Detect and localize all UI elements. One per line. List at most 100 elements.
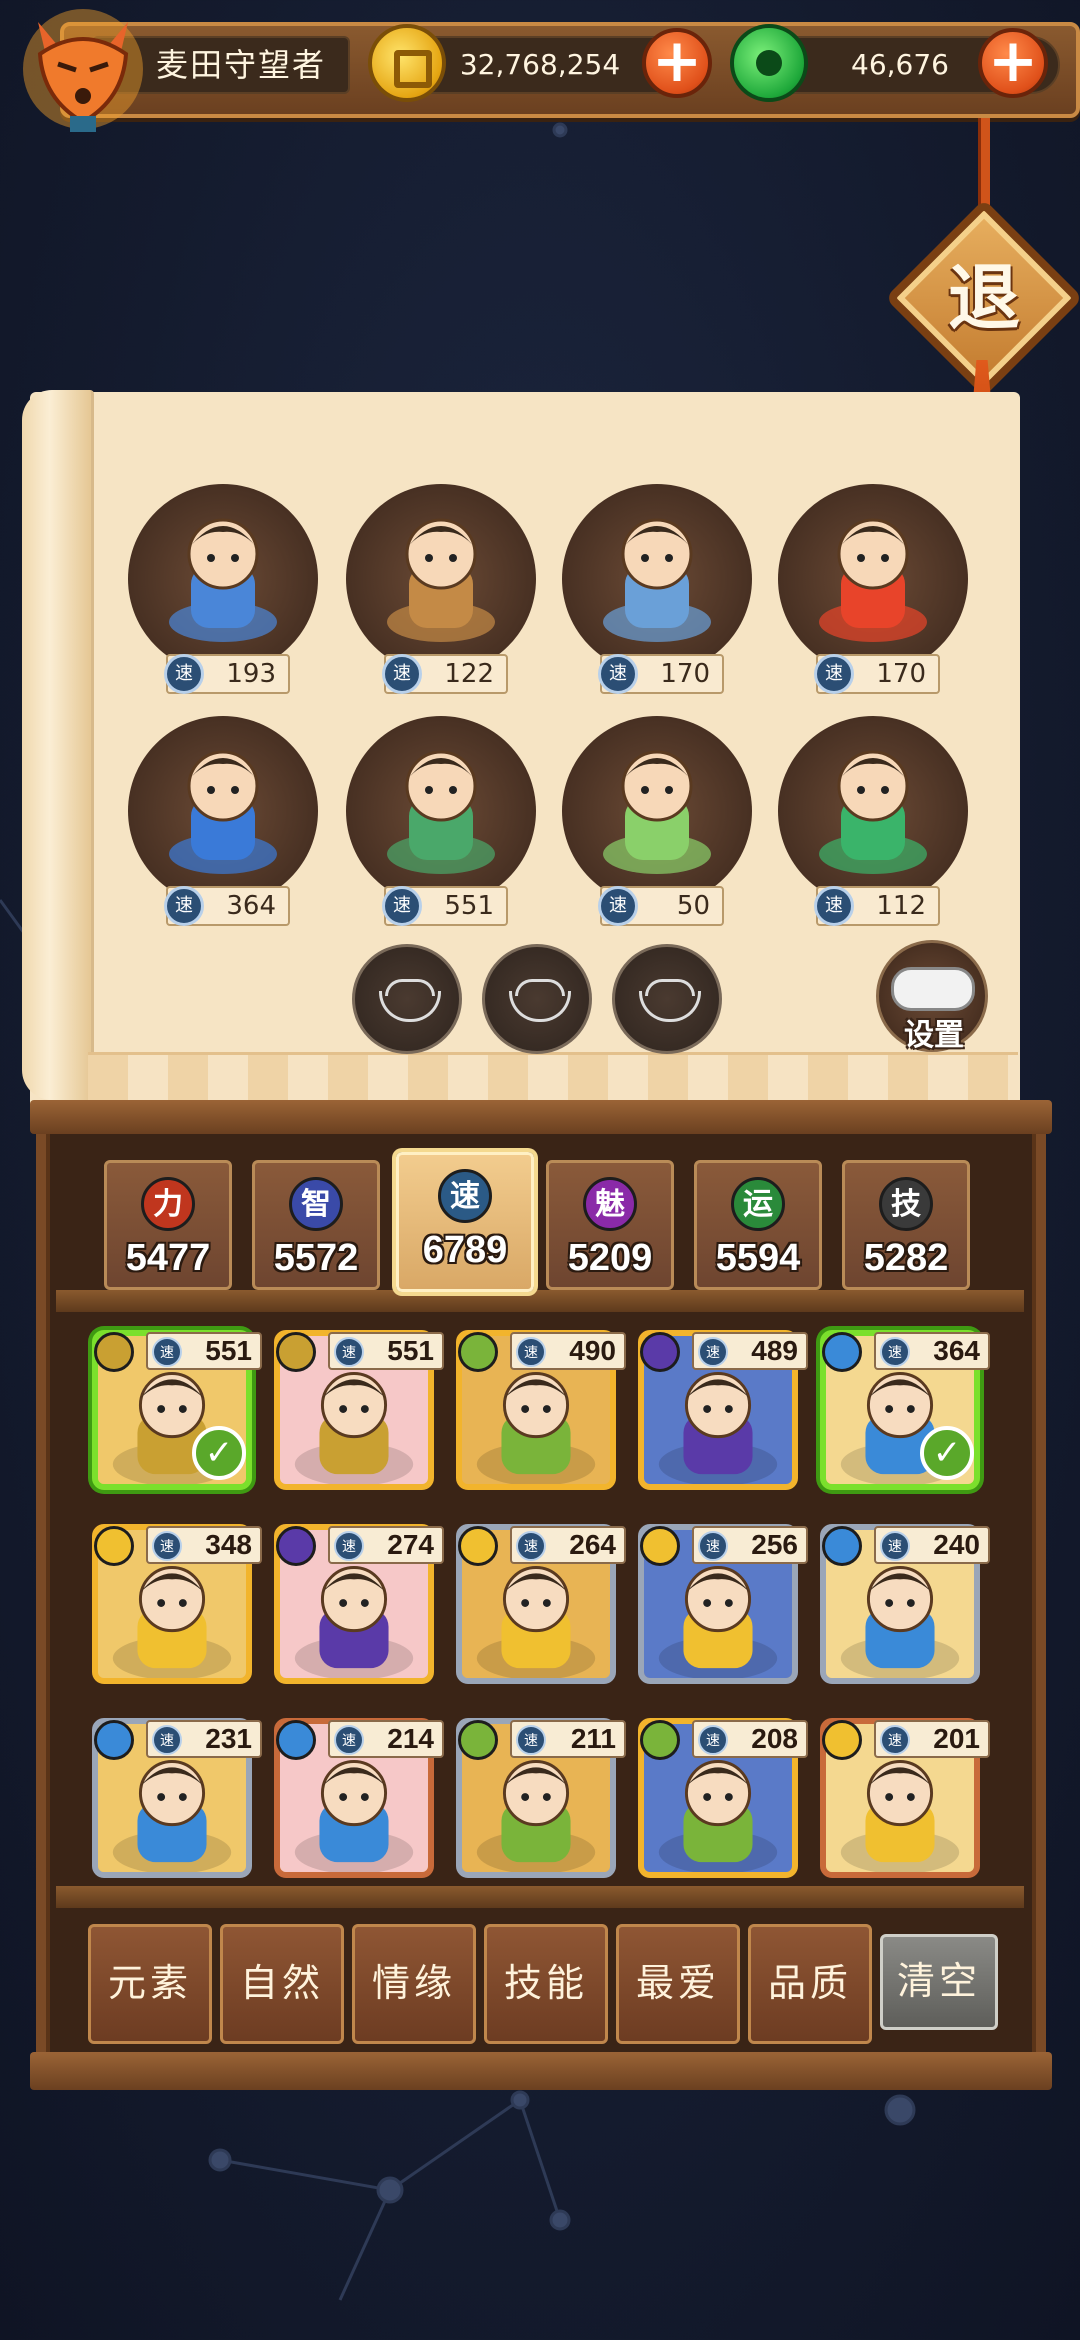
speed-value: 231	[205, 1723, 252, 1754]
speed-icon: 速	[152, 1337, 182, 1367]
attribute-tab[interactable]: 智 5572	[252, 1160, 380, 1290]
cabinet-shelf	[56, 1886, 1024, 1908]
attribute-badge: 智	[289, 1177, 343, 1231]
speed-value: 214	[387, 1723, 434, 1754]
team-hero-speed: 速 364	[164, 886, 290, 926]
light-element-icon	[822, 1720, 862, 1760]
speed-icon: 速	[164, 654, 204, 694]
speed-icon: 速	[880, 1725, 910, 1755]
speed-value: 348	[205, 1529, 252, 1560]
earth-element-icon	[94, 1332, 134, 1372]
speed-icon: 速	[598, 654, 638, 694]
speed-icon: 速	[698, 1725, 728, 1755]
empty-slot-bowl-icon[interactable]	[612, 944, 722, 1054]
exit-button-label[interactable]: 退	[914, 228, 1054, 368]
wood-element-icon	[458, 1720, 498, 1760]
empty-slot-bowl-icon[interactable]	[352, 944, 462, 1054]
speed-icon: 速	[334, 1531, 364, 1561]
speed-value: 490	[569, 1335, 616, 1366]
filter-button[interactable]: 元素	[88, 1924, 212, 2044]
speed-icon: 速	[698, 1337, 728, 1367]
fox-mask-avatar[interactable]	[18, 4, 148, 134]
attribute-tab[interactable]: 魅 5209	[546, 1160, 674, 1290]
speed-value: 256	[751, 1529, 798, 1560]
team-hero-slot[interactable]	[562, 484, 752, 674]
hero-portrait	[819, 750, 927, 874]
speed-icon: 速	[164, 886, 204, 926]
speed-value: 50	[676, 891, 710, 921]
speed-icon: 速	[152, 1531, 182, 1561]
speed-icon: 速	[382, 886, 422, 926]
speed-icon: 速	[814, 654, 854, 694]
jade-coin-icon	[730, 24, 808, 102]
attribute-tab[interactable]: 速 6789	[396, 1152, 534, 1292]
speed-icon: 速	[698, 1531, 728, 1561]
cabinet-top-beam	[30, 1100, 1052, 1134]
filter-button[interactable]: 最爱	[616, 1924, 740, 2044]
hero-card-speed: 速 551	[328, 1332, 444, 1370]
clear-button[interactable]: 清空	[880, 1934, 998, 2030]
attribute-tab[interactable]: 技 5282	[842, 1160, 970, 1290]
attribute-value: 5572	[273, 1237, 359, 1279]
hero-portrait	[603, 750, 711, 874]
attribute-tab[interactable]: 运 5594	[694, 1160, 822, 1290]
light-element-icon	[458, 1526, 498, 1566]
earth-element-icon	[276, 1332, 316, 1372]
hero-portrait	[603, 518, 711, 642]
attribute-badge: 速	[438, 1169, 492, 1223]
team-hero-speed: 速 170	[814, 654, 940, 694]
hero-card-speed: 速 274	[328, 1526, 444, 1564]
speed-value: 551	[444, 891, 494, 921]
cabinet-bottom-beam	[30, 2052, 1052, 2090]
team-hero-slot[interactable]	[778, 484, 968, 674]
speed-value: 208	[751, 1723, 798, 1754]
speed-icon: 速	[382, 654, 422, 694]
team-hero-slot[interactable]	[128, 484, 318, 674]
team-hero-slot[interactable]	[346, 484, 536, 674]
speed-icon: 速	[814, 886, 854, 926]
settings-label[interactable]: 设置	[884, 1010, 984, 1053]
hero-card-speed: 速 231	[146, 1720, 262, 1758]
speed-value: 489	[751, 1335, 798, 1366]
attribute-value: 5594	[715, 1237, 801, 1279]
hero-card-speed: 速 348	[146, 1526, 262, 1564]
speed-value: 551	[205, 1335, 252, 1366]
attribute-value: 5477	[125, 1237, 211, 1279]
attribute-badge: 魅	[583, 1177, 637, 1231]
attribute-badge: 技	[879, 1177, 933, 1231]
speed-value: 274	[387, 1529, 434, 1560]
team-hero-slot[interactable]	[778, 716, 968, 906]
filter-button[interactable]: 品质	[748, 1924, 872, 2044]
attribute-tab[interactable]: 力 5477	[104, 1160, 232, 1290]
add-gold-button[interactable]: +	[642, 28, 712, 98]
hero-portrait	[169, 750, 277, 874]
filter-button[interactable]: 自然	[220, 1924, 344, 2044]
attribute-value: 5282	[863, 1237, 949, 1279]
empty-slot-bowl-icon[interactable]	[482, 944, 592, 1054]
selected-check-icon: ✓	[920, 1426, 974, 1480]
filter-button[interactable]: 情缘	[352, 1924, 476, 2044]
attribute-badge: 力	[141, 1177, 195, 1231]
water-element-icon	[822, 1526, 862, 1566]
water-element-icon	[94, 1720, 134, 1760]
speed-value: 122	[444, 659, 494, 689]
team-hero-slot[interactable]	[346, 716, 536, 906]
team-hero-slot[interactable]	[128, 716, 318, 906]
team-hero-speed: 速 112	[814, 886, 940, 926]
team-hero-speed: 速 122	[382, 654, 508, 694]
attribute-value: 6789	[422, 1229, 508, 1271]
speed-value: 211	[570, 1723, 616, 1754]
wood-element-icon	[640, 1720, 680, 1760]
speed-value: 170	[876, 659, 926, 689]
attribute-value: 5209	[567, 1237, 653, 1279]
water-element-icon	[822, 1332, 862, 1372]
speed-icon: 速	[516, 1725, 546, 1755]
hero-portrait	[169, 518, 277, 642]
hero-portrait	[819, 518, 927, 642]
hero-portrait	[387, 750, 495, 874]
add-jade-button[interactable]: +	[978, 28, 1048, 98]
speed-value: 112	[876, 891, 926, 921]
team-hero-slot[interactable]	[562, 716, 752, 906]
filter-button[interactable]: 技能	[484, 1924, 608, 2044]
hero-card-speed: 速 490	[510, 1332, 626, 1370]
